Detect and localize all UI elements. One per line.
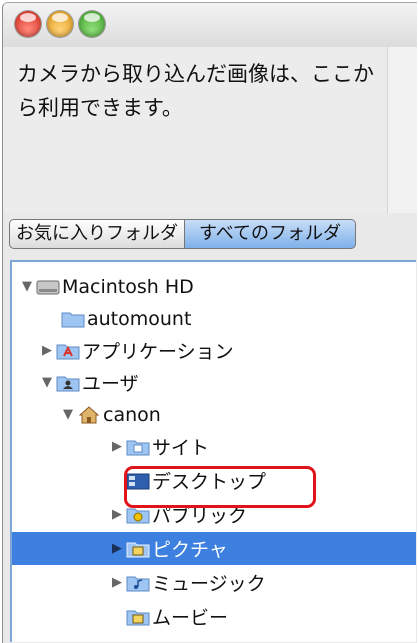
tree-item-label: ムービー <box>152 607 229 629</box>
sites-folder-icon <box>126 437 150 457</box>
disclosure-collapsed-icon[interactable]: ▶ <box>110 439 124 454</box>
close-button[interactable] <box>15 11 41 37</box>
minimize-button[interactable] <box>47 11 73 37</box>
tree-item-label: canon <box>103 403 161 426</box>
tree-item-label: ミュージック <box>152 573 266 595</box>
title-bar <box>3 3 417 47</box>
tree-item-label: ピクチャ <box>152 539 228 561</box>
tree-item-applications[interactable]: ▶ アプリケーション <box>12 334 416 367</box>
tree-item-sites[interactable]: ▶ サイト <box>12 430 416 463</box>
disclosure-expanded-icon[interactable]: ▼ <box>40 375 54 390</box>
info-pane: カメラから取り込んだ画像は、ここから利用できます。 <box>3 47 387 213</box>
tree-item-label: automount <box>87 307 192 330</box>
description-text: カメラから取り込んだ画像は、ここから利用できます。 <box>17 62 374 120</box>
folder-tabs: お気に入りフォルダ すべてのフォルダ <box>9 219 357 249</box>
tree-item-label: ユーザ <box>82 373 139 395</box>
zoom-button[interactable] <box>79 11 105 37</box>
disclosure-collapsed-icon[interactable]: ▶ <box>110 575 124 590</box>
music-folder-icon <box>126 573 150 593</box>
tree-item-users[interactable]: ▼ ユーザ <box>12 366 416 399</box>
disclosure-collapsed-icon[interactable]: ▶ <box>110 541 124 556</box>
tree-item-movies[interactable]: ムービー <box>12 600 416 633</box>
hard-drive-icon <box>36 277 60 297</box>
movies-folder-icon <box>126 607 150 627</box>
tree-item-music[interactable]: ▶ ミュージック <box>12 566 416 599</box>
tree-item-label: サイト <box>152 437 210 459</box>
info-side-panel <box>387 47 417 213</box>
tab-all-folders[interactable]: すべてのフォルダ <box>185 219 357 249</box>
disclosure-collapsed-icon[interactable]: ▶ <box>110 507 124 522</box>
tree-item-macintosh-hd[interactable]: ▼ Macintosh HD <box>12 270 416 303</box>
tree-item-automount[interactable]: automount <box>12 302 416 335</box>
tree-item-label: アプリケーション <box>82 341 234 363</box>
tree-item-canon[interactable]: ▼ canon <box>12 398 416 431</box>
tab-favorites[interactable]: お気に入りフォルダ <box>9 219 185 249</box>
folder-tree: ▼ Macintosh HD automount ▶ アプリケーション ▼ ユー… <box>10 260 416 642</box>
pictures-folder-icon <box>126 539 150 559</box>
disclosure-expanded-icon[interactable]: ▼ <box>20 279 34 294</box>
disclosure-expanded-icon[interactable]: ▼ <box>61 407 75 422</box>
folder-icon <box>61 309 85 329</box>
disclosure-collapsed-icon[interactable]: ▶ <box>40 343 54 358</box>
tree-item-pictures[interactable]: ▶ ピクチャ <box>12 532 416 565</box>
highlight-annotation <box>124 466 316 508</box>
applications-folder-icon <box>56 341 80 361</box>
users-folder-icon <box>56 373 80 393</box>
home-folder-icon <box>77 405 100 425</box>
tree-item-label: Macintosh HD <box>62 275 194 298</box>
